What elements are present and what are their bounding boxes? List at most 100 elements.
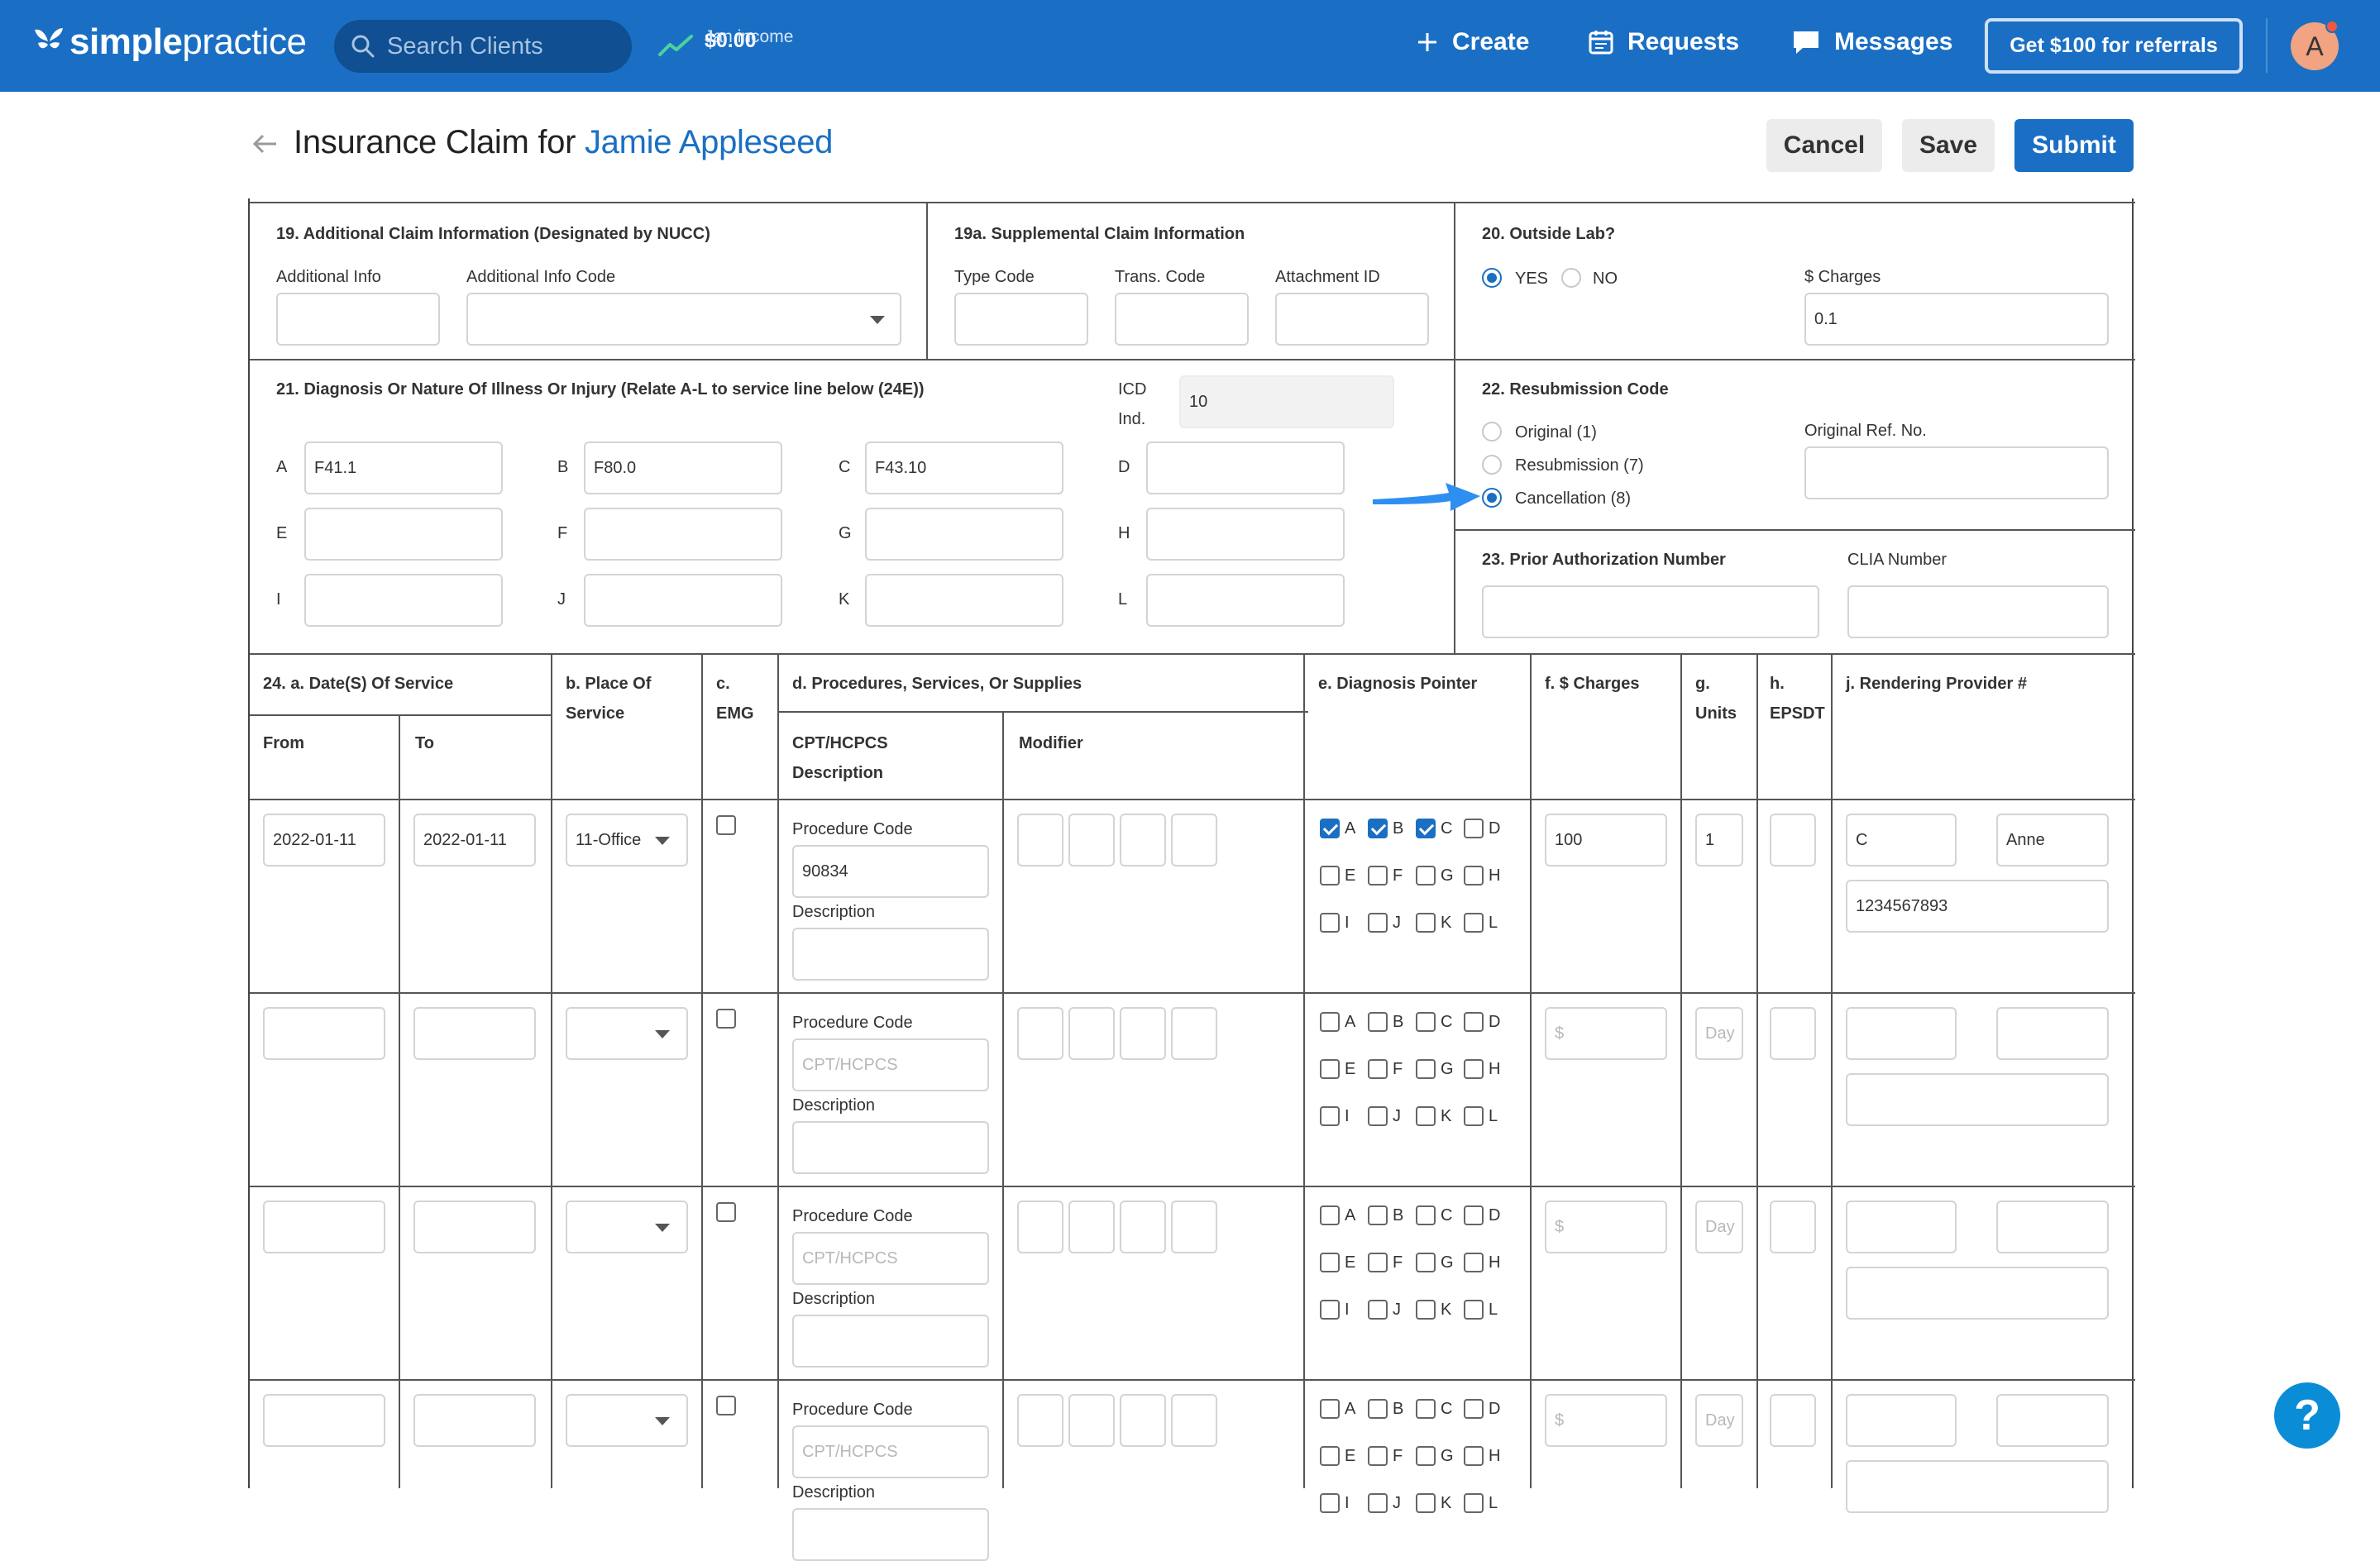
diagnosis-code-input[interactable]: F43.10 (865, 442, 1063, 494)
diagnosis-pointer-checkbox[interactable] (1416, 1493, 1436, 1513)
referral-button[interactable]: Get $100 for referrals (1985, 18, 2243, 74)
diagnosis-pointer-checkbox[interactable] (1464, 1399, 1484, 1419)
provider-npi-input[interactable] (1846, 1460, 2109, 1513)
diagnosis-pointer-checkbox[interactable] (1320, 866, 1340, 886)
diagnosis-pointer-checkbox[interactable] (1464, 1106, 1484, 1126)
diagnosis-pointer-checkbox[interactable] (1416, 1012, 1436, 1032)
resubmission-original-radio[interactable] (1482, 422, 1502, 442)
epsdt-input[interactable] (1770, 814, 1816, 866)
diagnosis-pointer-checkbox[interactable] (1464, 1300, 1484, 1320)
modifier-input[interactable] (1017, 1007, 1063, 1060)
additional-info-code-select[interactable] (466, 293, 901, 346)
epsdt-input[interactable] (1770, 1007, 1816, 1060)
units-input[interactable]: Day (1695, 1007, 1743, 1060)
units-input[interactable]: 1 (1695, 814, 1743, 866)
diagnosis-code-input[interactable] (1146, 574, 1345, 627)
modifier-input[interactable] (1017, 1394, 1063, 1447)
description-input[interactable] (792, 1315, 989, 1368)
modifier-input[interactable] (1017, 814, 1063, 866)
provider-qualifier-input[interactable] (1846, 1007, 1957, 1060)
help-button[interactable]: ? (2274, 1382, 2340, 1449)
resubmission-cancellation-radio[interactable] (1482, 488, 1502, 508)
line-charges-input[interactable]: $ (1545, 1394, 1667, 1447)
modifier-input[interactable] (1120, 1201, 1166, 1253)
date-to-input[interactable] (413, 1007, 536, 1060)
diagnosis-pointer-checkbox[interactable] (1368, 1399, 1388, 1419)
modifier-input[interactable] (1068, 1394, 1115, 1447)
diagnosis-code-input[interactable] (584, 574, 782, 627)
diagnosis-pointer-checkbox[interactable] (1416, 1399, 1436, 1419)
diagnosis-pointer-checkbox[interactable] (1320, 1253, 1340, 1272)
diagnosis-code-input[interactable]: F41.1 (304, 442, 503, 494)
emg-checkbox[interactable] (716, 1202, 736, 1222)
diagnosis-code-input[interactable] (865, 508, 1063, 561)
outside-lab-yes-radio[interactable] (1482, 268, 1502, 288)
diagnosis-pointer-checkbox[interactable] (1464, 1012, 1484, 1032)
additional-info-input[interactable] (276, 293, 440, 346)
modifier-input[interactable] (1068, 1007, 1115, 1060)
emg-checkbox[interactable] (716, 1396, 736, 1415)
diagnosis-pointer-checkbox[interactable] (1320, 913, 1340, 933)
provider-npi-input[interactable] (1846, 1073, 2109, 1126)
submit-button[interactable]: Submit (2014, 119, 2134, 172)
save-button[interactable]: Save (1902, 119, 1995, 172)
provider-npi-input[interactable] (1846, 1267, 2109, 1320)
line-charges-input[interactable]: 100 (1545, 814, 1667, 866)
description-input[interactable] (792, 1121, 989, 1174)
diagnosis-code-input[interactable]: F80.0 (584, 442, 782, 494)
diagnosis-pointer-checkbox[interactable] (1368, 819, 1388, 838)
diagnosis-pointer-checkbox[interactable] (1416, 1106, 1436, 1126)
diagnosis-pointer-checkbox[interactable] (1368, 866, 1388, 886)
diagnosis-pointer-checkbox[interactable] (1320, 1059, 1340, 1079)
date-to-input[interactable] (413, 1394, 536, 1447)
diagnosis-pointer-checkbox[interactable] (1320, 1106, 1340, 1126)
diagnosis-pointer-checkbox[interactable] (1320, 1399, 1340, 1419)
create-button[interactable]: Create (1416, 28, 1529, 56)
diagnosis-pointer-checkbox[interactable] (1320, 1205, 1340, 1225)
diagnosis-pointer-checkbox[interactable] (1464, 1493, 1484, 1513)
diagnosis-pointer-checkbox[interactable] (1464, 1253, 1484, 1272)
date-from-input[interactable] (263, 1007, 385, 1060)
modifier-input[interactable] (1171, 1007, 1217, 1060)
diagnosis-pointer-checkbox[interactable] (1368, 1253, 1388, 1272)
date-to-input[interactable] (413, 1201, 536, 1253)
diagnosis-pointer-checkbox[interactable] (1464, 866, 1484, 886)
description-input[interactable] (792, 928, 989, 981)
messages-button[interactable]: Messages (1791, 28, 1952, 56)
diagnosis-pointer-checkbox[interactable] (1368, 1446, 1388, 1466)
diagnosis-pointer-checkbox[interactable] (1368, 913, 1388, 933)
provider-name-input[interactable] (1996, 1007, 2109, 1060)
diagnosis-pointer-checkbox[interactable] (1416, 1059, 1436, 1079)
provider-name-input[interactable] (1996, 1394, 2109, 1447)
attachment-id-input[interactable] (1275, 293, 1429, 346)
diagnosis-pointer-checkbox[interactable] (1464, 913, 1484, 933)
modifier-input[interactable] (1120, 814, 1166, 866)
line-charges-input[interactable]: $ (1545, 1007, 1667, 1060)
emg-checkbox[interactable] (716, 1009, 736, 1029)
prior-auth-input[interactable] (1482, 585, 1819, 638)
modifier-input[interactable] (1120, 1007, 1166, 1060)
date-from-input[interactable]: 2022-01-11 (263, 814, 385, 866)
diagnosis-pointer-checkbox[interactable] (1368, 1059, 1388, 1079)
income-widget[interactable]: Jan income $0.00 (658, 21, 793, 58)
description-input[interactable] (792, 1508, 989, 1561)
provider-qualifier-input[interactable] (1846, 1201, 1957, 1253)
modifier-input[interactable] (1068, 814, 1115, 866)
search-box[interactable] (334, 20, 632, 73)
diagnosis-pointer-checkbox[interactable] (1368, 1205, 1388, 1225)
provider-npi-input[interactable]: 1234567893 (1846, 880, 2109, 933)
diagnosis-pointer-checkbox[interactable] (1320, 1012, 1340, 1032)
diagnosis-pointer-checkbox[interactable] (1416, 1205, 1436, 1225)
epsdt-input[interactable] (1770, 1394, 1816, 1447)
diagnosis-code-input[interactable] (1146, 442, 1345, 494)
epsdt-input[interactable] (1770, 1201, 1816, 1253)
date-from-input[interactable] (263, 1394, 385, 1447)
diagnosis-pointer-checkbox[interactable] (1320, 1493, 1340, 1513)
requests-button[interactable]: Requests (1588, 28, 1739, 56)
diagnosis-pointer-checkbox[interactable] (1416, 1253, 1436, 1272)
emg-checkbox[interactable] (716, 815, 736, 835)
trans-code-input[interactable] (1115, 293, 1249, 346)
resubmission-resubmission-radio[interactable] (1482, 455, 1502, 475)
modifier-input[interactable] (1171, 1201, 1217, 1253)
provider-qualifier-input[interactable] (1846, 1394, 1957, 1447)
